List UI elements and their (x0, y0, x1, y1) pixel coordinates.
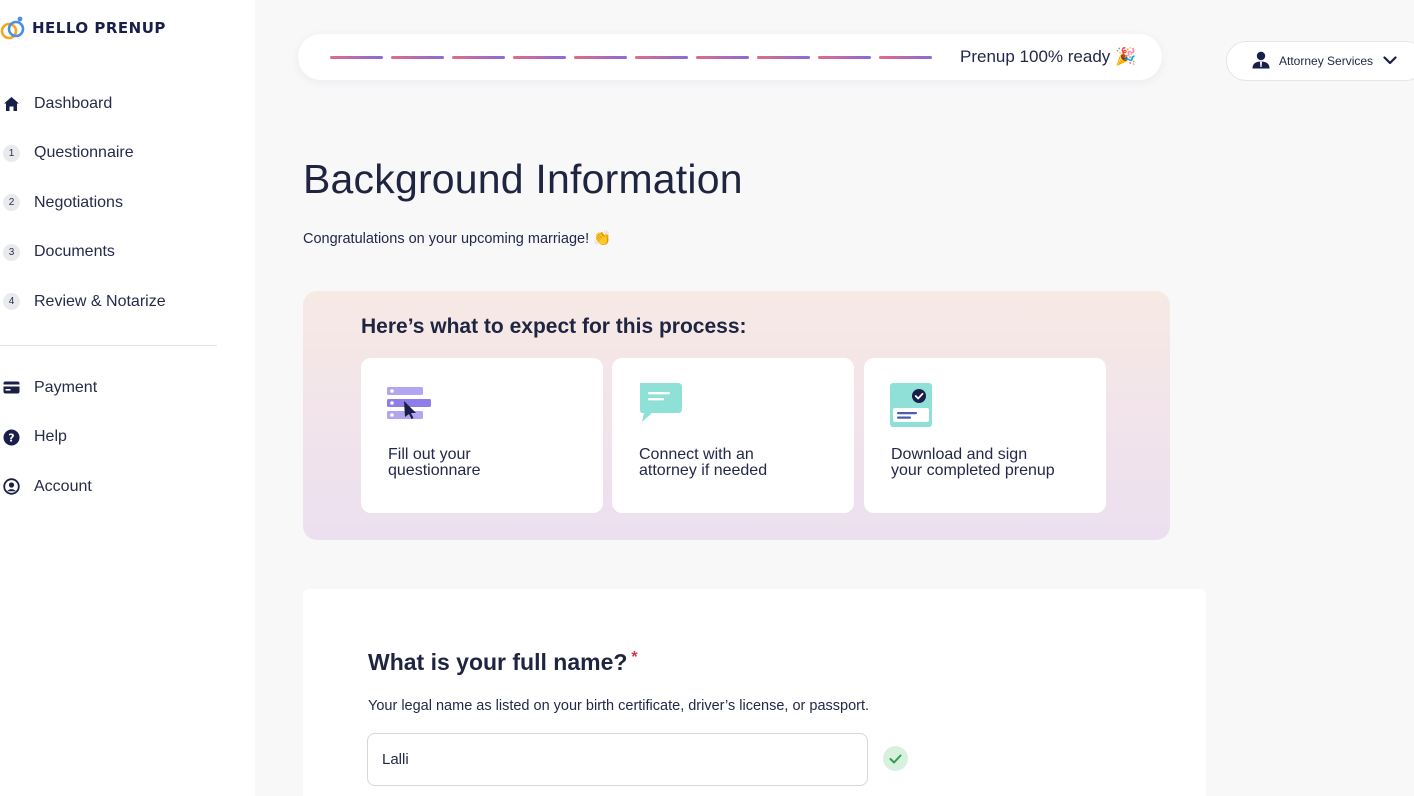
progress-segment (818, 55, 871, 59)
process-card-text: Connect with an attorney if needed (639, 446, 768, 479)
sidebar-item-help[interactable]: ? Help (0, 413, 255, 463)
question-card: What is your full name? * Your legal name… (303, 589, 1206, 796)
progress-bar: Prenup 100% ready 🎉 (298, 34, 1162, 80)
progress-segment (391, 55, 444, 59)
process-card-attorney[interactable]: Connect with an attorney if needed (612, 358, 854, 513)
step-number: 3 (3, 243, 20, 261)
progress-segment (574, 55, 627, 59)
sidebar-item-label: Dashboard (34, 94, 113, 112)
chevron-down-icon (1383, 54, 1397, 68)
question-title-text: What is your full name? (368, 649, 628, 675)
sidebar-item-payment[interactable]: Payment (0, 363, 255, 413)
page-subtitle: Congratulations on your upcoming marriag… (303, 231, 612, 247)
progress-segment (757, 55, 810, 59)
process-card-download-sign[interactable]: Download and sign your completed prenup (864, 358, 1106, 513)
sidebar-item-negotiations[interactable]: 2 Negotiations (0, 178, 255, 228)
question-help-text: Your legal name as listed on your birth … (368, 698, 870, 714)
attorney-icon (1251, 51, 1271, 72)
sidebar-item-questionnaire[interactable]: 1 Questionnaire (0, 129, 255, 179)
sidebar-item-documents[interactable]: 3 Documents (0, 228, 255, 278)
svg-text:?: ? (8, 431, 14, 444)
process-overview-panel: Here’s what to expect for this process: … (303, 291, 1170, 540)
progress-segment (696, 55, 749, 59)
check-icon (883, 746, 908, 771)
progress-segment (513, 55, 566, 59)
brand-logo[interactable]: HELLO PRENUP (0, 14, 166, 42)
help-icon: ? (0, 429, 34, 446)
sidebar-item-label: Payment (34, 378, 98, 396)
progress-segment (330, 55, 383, 59)
secondary-nav: Payment ? Help Account (0, 363, 255, 512)
sidebar-divider (0, 345, 217, 346)
primary-nav: Dashboard 1 Questionnaire 2 Negotiations… (0, 79, 255, 327)
process-overview-title: Here’s what to expect for this process: (361, 315, 747, 338)
process-card-text: Fill out your questionnare (388, 446, 481, 479)
progress-segment (635, 55, 688, 59)
sidebar-item-account[interactable]: Account (0, 462, 255, 512)
rings-icon (0, 14, 26, 42)
home-icon (0, 96, 34, 112)
sidebar-item-dashboard[interactable]: Dashboard (0, 79, 255, 129)
questionnaire-icon (387, 383, 433, 428)
sidebar-item-label: Account (34, 477, 92, 495)
question-title: What is your full name? * (368, 649, 638, 676)
sidebar-item-label: Questionnaire (34, 144, 134, 162)
attorney-services-dropdown[interactable]: Attorney Services (1226, 41, 1414, 81)
process-card-text: Download and sign your completed prenup (891, 446, 1055, 479)
page-title: Background Information (303, 156, 743, 202)
step-number: 1 (3, 144, 20, 162)
sidebar-item-label: Documents (34, 243, 115, 261)
step-number: 4 (3, 293, 20, 311)
progress-label: Prenup 100% ready 🎉 (960, 47, 1137, 66)
attorney-services-label: Attorney Services (1279, 54, 1374, 68)
step-number: 2 (3, 194, 20, 212)
sidebar-item-label: Negotiations (34, 193, 123, 211)
sidebar-item-label: Review & Notarize (34, 292, 166, 310)
chat-icon (638, 383, 684, 428)
credit-card-icon (0, 381, 34, 394)
progress-segment (879, 55, 932, 59)
full-name-input[interactable] (367, 733, 868, 786)
account-icon (0, 478, 34, 495)
required-indicator: * (631, 649, 638, 666)
sidebar-item-label: Help (34, 428, 67, 446)
brand-name: HELLO PRENUP (32, 19, 166, 37)
progress-segment (452, 55, 505, 59)
sidebar-item-review-notarize[interactable]: 4 Review & Notarize (0, 277, 255, 327)
sidebar: HELLO PRENUP Dashboard 1 Questionnaire 2… (0, 0, 255, 796)
signed-document-icon (890, 383, 936, 434)
process-card-questionnaire[interactable]: Fill out your questionnare (361, 358, 603, 513)
